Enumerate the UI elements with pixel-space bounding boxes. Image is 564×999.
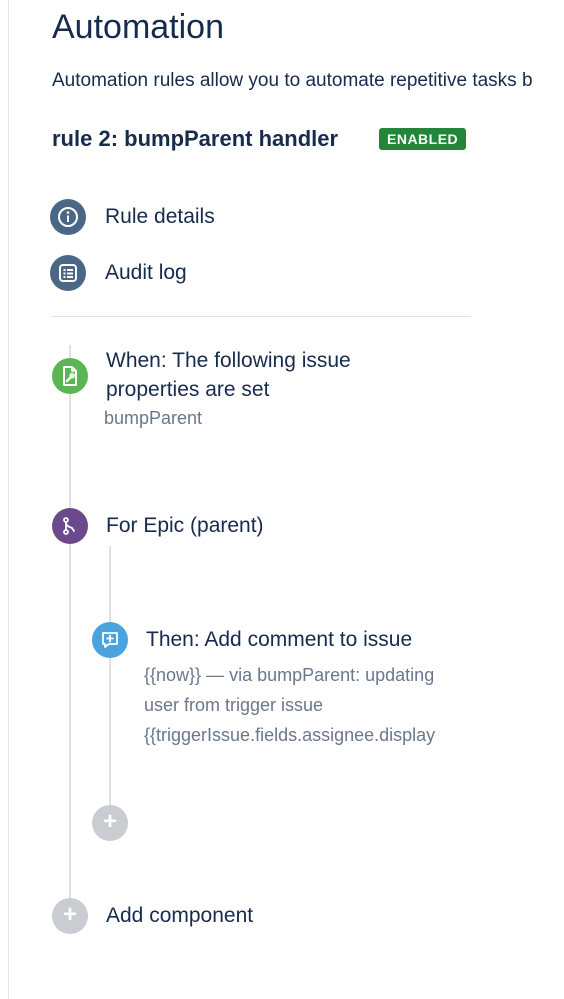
left-border bbox=[8, 0, 9, 999]
add-component-label[interactable]: Add component bbox=[106, 901, 253, 930]
info-icon bbox=[50, 199, 86, 235]
trigger-title-line-1: When: The following issue bbox=[106, 349, 351, 372]
trigger-title[interactable]: When: The following issue properties are… bbox=[106, 346, 351, 404]
plus-icon: + bbox=[62, 901, 77, 928]
branch-flow-line bbox=[109, 546, 111, 824]
trigger-detail: bumpParent bbox=[104, 408, 203, 428]
audit-log-link[interactable]: Audit log bbox=[50, 255, 187, 291]
divider bbox=[52, 316, 471, 317]
trigger-node[interactable] bbox=[52, 358, 88, 394]
audit-log-label: Audit log bbox=[105, 261, 187, 284]
action-detail-line-2: user from trigger issue bbox=[144, 695, 324, 715]
action-title[interactable]: Then: Add comment to issue bbox=[146, 625, 412, 654]
add-comment-icon bbox=[102, 632, 118, 648]
action-detail: {{now}} — via bumpParent: updating user … bbox=[144, 660, 435, 750]
action-detail-line-3: {{triggerIssue.fields.assignee.display bbox=[144, 725, 436, 745]
branch-icon bbox=[63, 517, 75, 535]
branch-add-button[interactable]: + bbox=[92, 805, 128, 841]
branch-title[interactable]: For Epic (parent) bbox=[106, 511, 264, 540]
issue-property-icon bbox=[63, 366, 77, 386]
rule-name: rule 2: bumpParent handler bbox=[52, 126, 339, 151]
page-title: Automation bbox=[52, 8, 224, 46]
add-component-button[interactable]: + bbox=[52, 898, 88, 934]
list-icon bbox=[50, 255, 86, 291]
main-flow-line bbox=[69, 345, 71, 915]
page-description: Automation rules allow you to automate r… bbox=[52, 70, 533, 91]
trigger-title-line-2: properties are set bbox=[106, 378, 270, 401]
rule-details-label: Rule details bbox=[105, 205, 215, 228]
plus-icon: + bbox=[102, 808, 117, 835]
rule-details-link[interactable]: Rule details bbox=[50, 199, 215, 235]
status-badge: ENABLED bbox=[379, 128, 467, 150]
action-node[interactable] bbox=[92, 622, 128, 658]
branch-node[interactable] bbox=[52, 508, 88, 544]
action-detail-line-1: {{now}} — via bumpParent: updating bbox=[144, 665, 435, 685]
